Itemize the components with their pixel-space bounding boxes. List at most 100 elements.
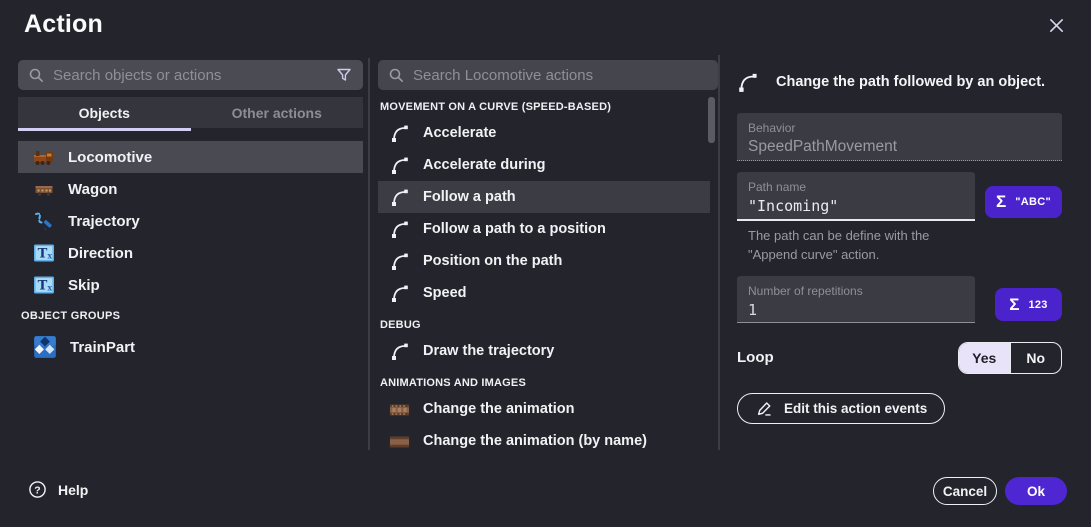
film-icon xyxy=(389,399,410,420)
action-item-label: Follow a path to a position xyxy=(423,221,606,237)
object-groups-header: OBJECT GROUPS xyxy=(18,301,363,328)
action-item-label: Accelerate xyxy=(423,125,496,141)
helper-line: The path can be define with the xyxy=(748,226,978,245)
action-item-accelerate[interactable]: Accelerate xyxy=(378,117,710,149)
sigma-icon: Σ xyxy=(1009,295,1019,315)
list-item-wagon[interactable]: Wagon xyxy=(18,173,363,205)
action-item-label: Change the animation (by name) xyxy=(423,433,647,449)
filter-icon[interactable] xyxy=(335,66,353,84)
action-item-label: Change the animation xyxy=(423,401,574,417)
list-item-label: TrainPart xyxy=(70,339,135,356)
behavior-field: Behavior SpeedPathMovement xyxy=(737,113,1062,161)
action-item-label: Position on the path xyxy=(423,253,562,269)
action-item-label: Follow a path xyxy=(423,189,516,205)
section-header: MOVEMENT ON A CURVE (SPEED-BASED) xyxy=(378,96,710,117)
curve-icon xyxy=(389,155,410,176)
path-name-field[interactable]: Path name "Incoming" xyxy=(737,172,975,221)
action-item-follow-a-path[interactable]: Follow a path xyxy=(378,181,710,213)
action-item-follow-a-path-to-a-position[interactable]: Follow a path to a position xyxy=(378,213,710,245)
edit-action-events-label: Edit this action events xyxy=(784,401,927,416)
edit-action-events-button[interactable]: Edit this action events xyxy=(737,393,945,424)
repetitions-expression-button[interactable]: Σ 123 xyxy=(995,288,1062,321)
svg-text:T: T xyxy=(38,247,48,262)
behavior-value: SpeedPathMovement xyxy=(748,138,1051,156)
text-object-icon: Tx xyxy=(32,273,56,297)
actions-list: MOVEMENT ON A CURVE (SPEED-BASED) Accele… xyxy=(378,96,710,450)
list-item-trainpart[interactable]: TrainPart xyxy=(18,328,363,366)
loop-label: Loop xyxy=(737,349,774,366)
divider xyxy=(718,55,720,450)
loop-no-option[interactable]: No xyxy=(1010,343,1062,373)
search-objects-placeholder: Search objects or actions xyxy=(53,67,326,84)
close-button[interactable] xyxy=(1043,15,1069,41)
curve-icon xyxy=(389,187,410,208)
curve-icon xyxy=(737,71,759,93)
curve-icon xyxy=(389,251,410,272)
behavior-label: Behavior xyxy=(748,121,1051,135)
help-button[interactable]: ? Help xyxy=(28,480,88,499)
trajectory-icon xyxy=(32,209,56,233)
tab-other-actions[interactable]: Other actions xyxy=(191,97,364,128)
repetitions-label: Number of repetitions xyxy=(748,284,964,298)
list-item-locomotive[interactable]: Locomotive xyxy=(18,141,363,173)
left-panel-tabs: Objects Other actions xyxy=(18,97,363,128)
list-item-direction[interactable]: Tx Direction xyxy=(18,237,363,269)
svg-text:T: T xyxy=(38,279,48,294)
section-header: DEBUG xyxy=(378,309,710,335)
divider xyxy=(368,58,370,450)
svg-text:?: ? xyxy=(34,485,40,496)
list-item-label: Locomotive xyxy=(68,149,152,166)
search-actions-placeholder: Search Locomotive actions xyxy=(413,67,708,84)
action-description-text: Change the path followed by an object. xyxy=(776,74,1045,90)
action-item-position-on-the-path[interactable]: Position on the path xyxy=(378,245,710,277)
tab-objects[interactable]: Objects xyxy=(18,97,191,128)
list-item-label: Wagon xyxy=(68,181,117,198)
sigma-icon: Σ xyxy=(996,192,1006,212)
action-item-clipped[interactable]: Change the animation (by name) xyxy=(378,425,710,450)
cancel-button[interactable]: Cancel xyxy=(933,477,997,505)
pencil-icon xyxy=(755,399,774,418)
action-item-change-the-animation[interactable]: Change the animation xyxy=(378,393,710,425)
svg-text:x: x xyxy=(47,251,52,261)
search-icon xyxy=(388,67,404,83)
search-actions-input[interactable]: Search Locomotive actions xyxy=(378,60,718,90)
path-expression-button[interactable]: Σ "ABC" xyxy=(985,186,1062,218)
action-item-label: Accelerate during xyxy=(423,157,546,173)
help-label: Help xyxy=(58,482,88,498)
list-item-skip[interactable]: Tx Skip xyxy=(18,269,363,301)
action-description: Change the path followed by an object. xyxy=(737,71,1067,93)
list-item-trajectory[interactable]: Trajectory xyxy=(18,205,363,237)
curve-icon xyxy=(389,341,410,362)
path-helper-text: The path can be define with the "Append … xyxy=(748,226,978,264)
list-item-label: Trajectory xyxy=(68,213,140,230)
curve-icon xyxy=(389,219,410,240)
loop-toggle: Yes No xyxy=(958,342,1062,374)
helper-line: "Append curve" action. xyxy=(748,245,978,264)
tab-other-actions-label: Other actions xyxy=(232,105,322,121)
action-dialog: Action Search objects or actions Search … xyxy=(0,0,1091,527)
repetitions-value: 1 xyxy=(748,301,964,319)
svg-text:x: x xyxy=(47,283,52,293)
expression-type-label: "ABC" xyxy=(1015,196,1051,208)
repetitions-field[interactable]: Number of repetitions 1 xyxy=(737,276,975,323)
action-item-label: Draw the trajectory xyxy=(423,343,554,359)
search-icon xyxy=(28,67,44,83)
action-item-accelerate-during[interactable]: Accelerate during xyxy=(378,149,710,181)
action-item-draw-the-trajectory[interactable]: Draw the trajectory xyxy=(378,335,710,367)
curve-icon xyxy=(389,123,410,144)
list-item-label: Direction xyxy=(68,245,133,262)
wagon-icon xyxy=(32,177,56,201)
ok-button[interactable]: Ok xyxy=(1005,477,1067,505)
dialog-title: Action xyxy=(24,10,103,39)
search-objects-input[interactable]: Search objects or actions xyxy=(18,60,363,90)
expression-type-label: 123 xyxy=(1028,299,1047,311)
curve-icon xyxy=(389,283,410,304)
loop-yes-option[interactable]: Yes xyxy=(959,343,1010,373)
objects-list: Locomotive Wagon Trajectory Tx Direction… xyxy=(18,141,363,366)
close-icon xyxy=(1047,16,1066,40)
object-group-icon xyxy=(32,334,58,360)
path-name-value: "Incoming" xyxy=(748,197,964,215)
film-icon xyxy=(389,431,410,451)
help-icon: ? xyxy=(28,480,47,499)
action-item-speed[interactable]: Speed xyxy=(378,277,710,309)
